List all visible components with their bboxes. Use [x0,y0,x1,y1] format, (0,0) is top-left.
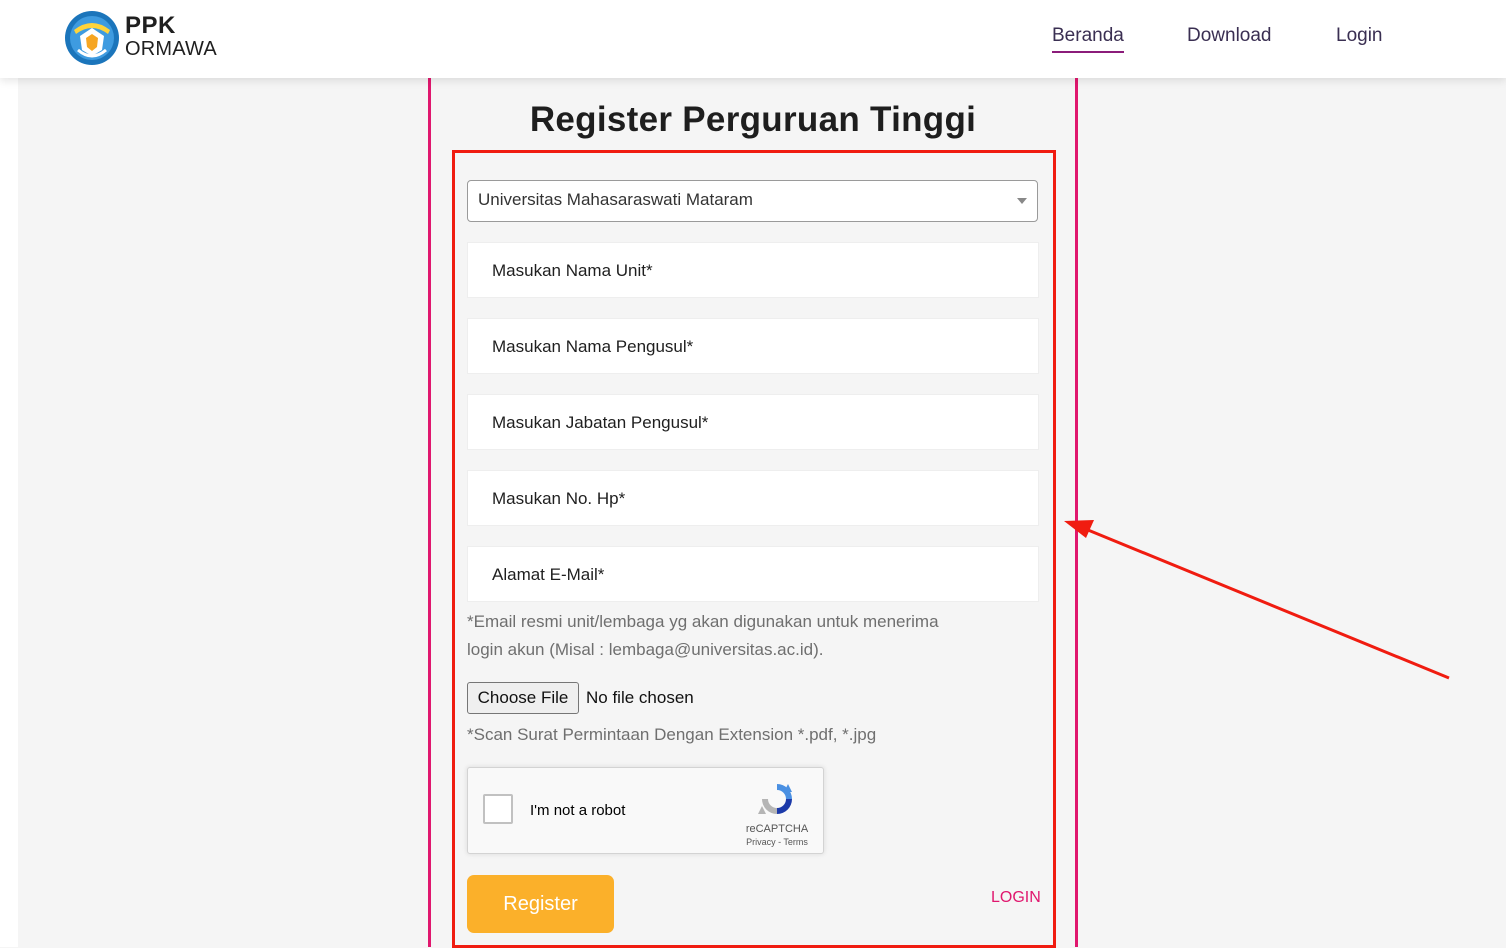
university-select-value: Universitas Mahasaraswati Mataram [478,190,753,209]
brand-subtitle: ORMAWA [125,38,217,60]
nama-pengusul-placeholder: Masukan Nama Pengusul* [492,337,694,356]
email-help-line-1: *Email resmi unit/lembaga yg akan diguna… [467,612,939,631]
file-status: No file chosen [586,688,694,707]
recaptcha-terms-link[interactable]: Privacy - Terms [732,837,822,847]
university-select[interactable]: Universitas Mahasaraswati Mataram [467,180,1038,222]
no-hp-placeholder: Masukan No. Hp* [492,489,626,508]
nama-pengusul-input[interactable]: Masukan Nama Pengusul* [467,318,1039,374]
page-title: Register Perguruan Tinggi [529,100,977,139]
recaptcha-label: I'm not a robot [530,802,626,819]
brand[interactable]: PPK ORMAWA [125,12,217,60]
recaptcha-checkbox[interactable] [483,794,513,824]
email-placeholder: Alamat E-Mail* [492,565,605,584]
content-border-right [1075,78,1078,947]
top-navbar: PPK ORMAWA Beranda Download Login [0,0,1506,78]
nav-download[interactable]: Download [1187,25,1272,47]
email-help-line-2: login akun (Misal : lembaga@universitas.… [467,640,824,659]
jabatan-pengusul-input[interactable]: Masukan Jabatan Pengusul* [467,394,1039,450]
content-border-left [428,78,431,947]
tut-wuri-handayani-logo[interactable] [64,10,120,66]
left-margin-strip [0,78,18,947]
file-help: *Scan Surat Permintaan Dengan Extension … [467,725,877,744]
choose-file-button[interactable]: Choose File [467,682,579,714]
nama-unit-input[interactable]: Masukan Nama Unit* [467,242,1039,298]
register-button[interactable]: Register [467,875,614,933]
recaptcha-icon [758,784,792,814]
email-input[interactable]: Alamat E-Mail* [467,546,1039,602]
chevron-down-icon [1017,198,1027,204]
no-hp-input[interactable]: Masukan No. Hp* [467,470,1039,526]
recaptcha-widget: I'm not a robot reCAPTCHA Privacy - Term… [467,767,824,854]
login-link[interactable]: LOGIN [991,889,1041,907]
nama-unit-placeholder: Masukan Nama Unit* [492,261,653,280]
nav-login[interactable]: Login [1336,25,1383,47]
jabatan-pengusul-placeholder: Masukan Jabatan Pengusul* [492,413,709,432]
nav-beranda[interactable]: Beranda [1052,25,1124,53]
brand-title: PPK [125,12,176,39]
recaptcha-brand: reCAPTCHA [745,823,809,835]
